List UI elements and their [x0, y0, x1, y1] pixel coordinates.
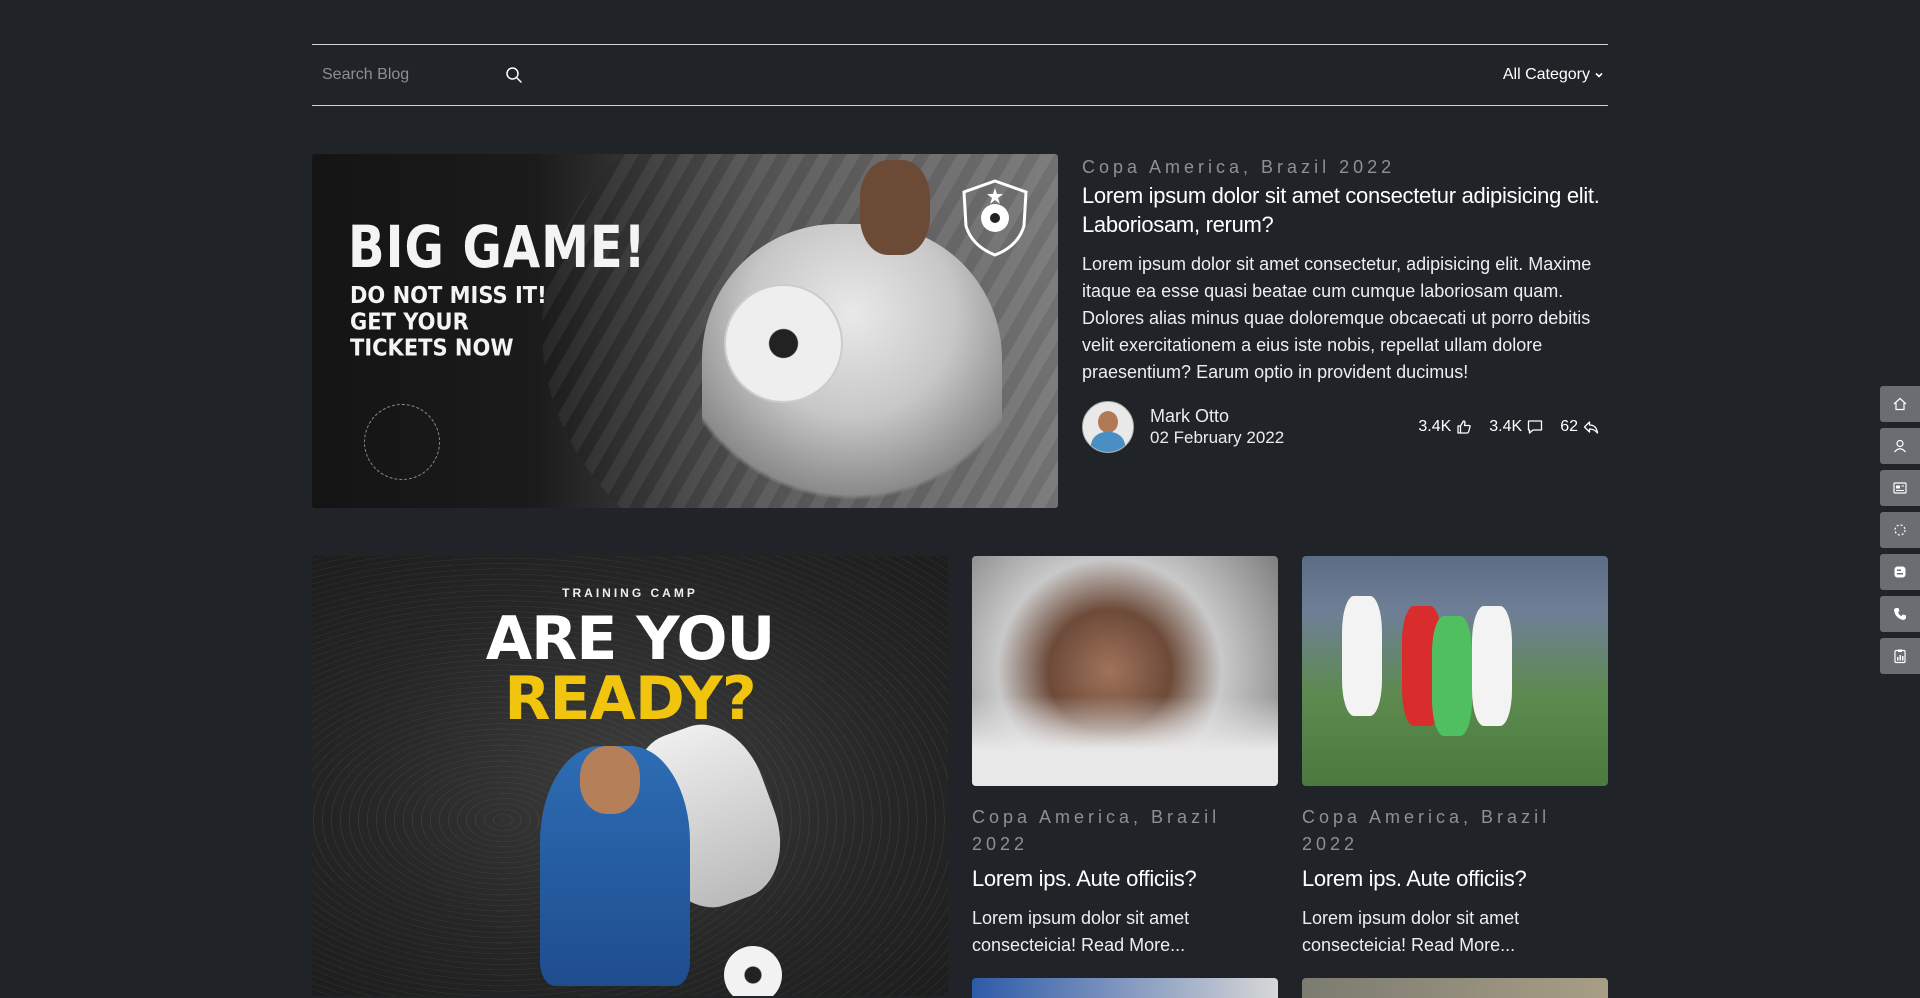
author-info: Mark Otto 02 February 2022 — [1150, 405, 1284, 449]
thumbs-up-icon — [1457, 420, 1472, 434]
post-description: Lorem ipsum dolor sit amet consectetur, … — [1082, 254, 1592, 382]
card-category: Copa America, Brazil 2022 — [1302, 807, 1551, 854]
blog-button[interactable] — [1880, 554, 1920, 590]
post-category: Copa America, Brazil 2022 — [1082, 157, 1396, 177]
comments-stat[interactable]: 3.4K — [1489, 418, 1544, 436]
clipboard-icon — [1894, 649, 1906, 664]
gallery-button[interactable] — [1880, 470, 1920, 506]
player-head — [860, 160, 930, 255]
likes-stat[interactable]: 3.4K — [1418, 418, 1473, 436]
phone-icon — [1894, 608, 1906, 620]
comments-count: 3.4K — [1489, 418, 1523, 435]
author-name[interactable]: Mark Otto — [1150, 405, 1284, 427]
card-description[interactable]: Lorem ipsum dolor sit amet consecteicia!… — [972, 905, 1278, 959]
card-description[interactable]: Lorem ipsum dolor sit amet consecteicia!… — [1302, 905, 1608, 959]
blog-card: Copa America, Brazil 2022 Lorem ips. Aut… — [972, 556, 1278, 959]
search-input[interactable] — [320, 65, 494, 85]
search-wrap — [312, 65, 524, 85]
card-image[interactable] — [1302, 556, 1608, 786]
soccer-ball — [724, 284, 843, 403]
card-title[interactable]: Lorem ips. Aute officiis? — [1302, 864, 1608, 893]
blog-card: Copa America, Brazil 2022 Lorem ips. Aut… — [1302, 556, 1608, 959]
home-icon — [1893, 397, 1907, 411]
comment-icon — [1528, 420, 1543, 434]
home-button[interactable] — [1880, 386, 1920, 422]
gallery-icon — [1893, 482, 1907, 494]
loader-icon — [1894, 524, 1906, 536]
report-button[interactable] — [1880, 638, 1920, 674]
image-subline: DO NOT MISS IT! GET YOUR TICKETS NOW — [350, 282, 547, 362]
card-image[interactable] — [972, 556, 1278, 786]
next-card-image[interactable] — [972, 978, 1278, 998]
card-headline-accent: READY? — [504, 664, 756, 734]
category-label: All Category — [1502, 66, 1590, 83]
category-dropdown[interactable]: All Category — [1503, 66, 1608, 84]
contact-button[interactable] — [1880, 596, 1920, 632]
search-bar: All Category — [312, 44, 1608, 106]
post-stats: 3.4K 3.4K 62 — [1418, 418, 1608, 436]
card-tag: TRAINING CAMP — [562, 586, 698, 600]
featured-image[interactable]: BIG GAME! DO NOT MISS IT! GET YOUR TICKE… — [312, 154, 1058, 508]
blog-icon — [1894, 566, 1906, 578]
card-title[interactable]: Lorem ips. Aute officiis? — [972, 864, 1278, 893]
shares-stat[interactable]: 62 — [1560, 418, 1600, 436]
shares-count: 62 — [1560, 418, 1578, 435]
soccer-ball — [724, 946, 782, 996]
reply-icon — [1583, 421, 1599, 434]
soccer-club-crest-icon — [962, 179, 1028, 257]
player-head — [580, 746, 640, 814]
ring-decoration — [364, 404, 440, 480]
post-date: 02 February 2022 — [1150, 428, 1285, 447]
loader-button[interactable] — [1880, 512, 1920, 548]
training-camp-card[interactable]: TRAINING CAMP ARE YOU READY? — [312, 556, 948, 996]
post-title[interactable]: Lorem ipsum dolor sit amet consectetur a… — [1082, 181, 1608, 239]
featured-post: BIG GAME! DO NOT MISS IT! GET YOUR TICKE… — [312, 154, 1608, 508]
likes-count: 3.4K — [1418, 418, 1452, 435]
featured-meta: Copa America, Brazil 2022 Lorem ipsum do… — [1082, 154, 1608, 453]
user-icon — [1894, 439, 1906, 453]
search-icon[interactable] — [504, 65, 524, 85]
next-card-image[interactable] — [1302, 978, 1608, 998]
avatar[interactable] — [1082, 401, 1134, 453]
chevron-down-icon — [1595, 72, 1603, 78]
side-nav — [1874, 386, 1920, 674]
profile-button[interactable] — [1880, 428, 1920, 464]
author-row: Mark Otto 02 February 2022 3.4K 3.4K 62 — [1082, 401, 1608, 453]
card-category: Copa America, Brazil 2022 — [972, 807, 1221, 854]
image-headline: BIG GAME! — [348, 214, 647, 282]
